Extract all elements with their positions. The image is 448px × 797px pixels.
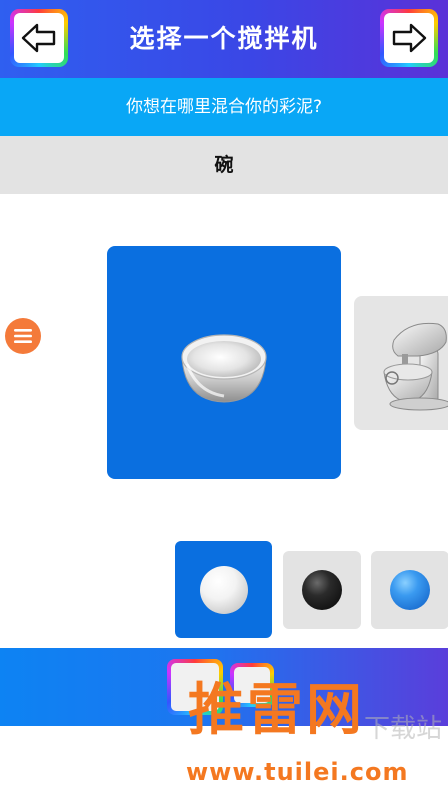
blue-ball-icon	[390, 570, 430, 610]
color-option-white[interactable]	[175, 541, 272, 638]
stand-mixer-icon	[383, 322, 448, 411]
watermark-overlay: 推雷网 下载站 www.tuilei.com	[180, 672, 448, 797]
white-ball-icon	[199, 565, 248, 614]
back-button[interactable]	[10, 9, 68, 67]
bowl-icon	[181, 334, 267, 403]
page-title: 选择一个搅拌机	[129, 24, 319, 53]
mixer-option-stand-mixer[interactable]	[354, 296, 448, 430]
category-label: 碗	[0, 136, 448, 194]
mixer-option-bowl[interactable]	[107, 246, 341, 479]
menu-button[interactable]	[5, 318, 41, 354]
app-screen: 选择一个搅拌机 你想在哪里混合你的彩泥? 碗 推雷网 下载站 www.tuile…	[0, 0, 448, 797]
header-bar: 选择一个搅拌机	[0, 0, 448, 78]
black-ball-icon	[302, 570, 342, 610]
watermark-url: www.tuilei.com	[186, 758, 409, 786]
forward-button[interactable]	[380, 9, 438, 67]
watermark-brand: 推雷网	[188, 678, 365, 743]
color-option-black[interactable]	[283, 551, 361, 629]
hamburger-menu-icon	[14, 329, 32, 343]
color-option-blue[interactable]	[371, 551, 448, 629]
arrow-right-icon	[392, 23, 427, 53]
arrow-left-icon	[21, 23, 56, 53]
instruction-banner: 你想在哪里混合你的彩泥?	[0, 78, 448, 136]
watermark-faded-text: 下载站	[363, 714, 442, 744]
